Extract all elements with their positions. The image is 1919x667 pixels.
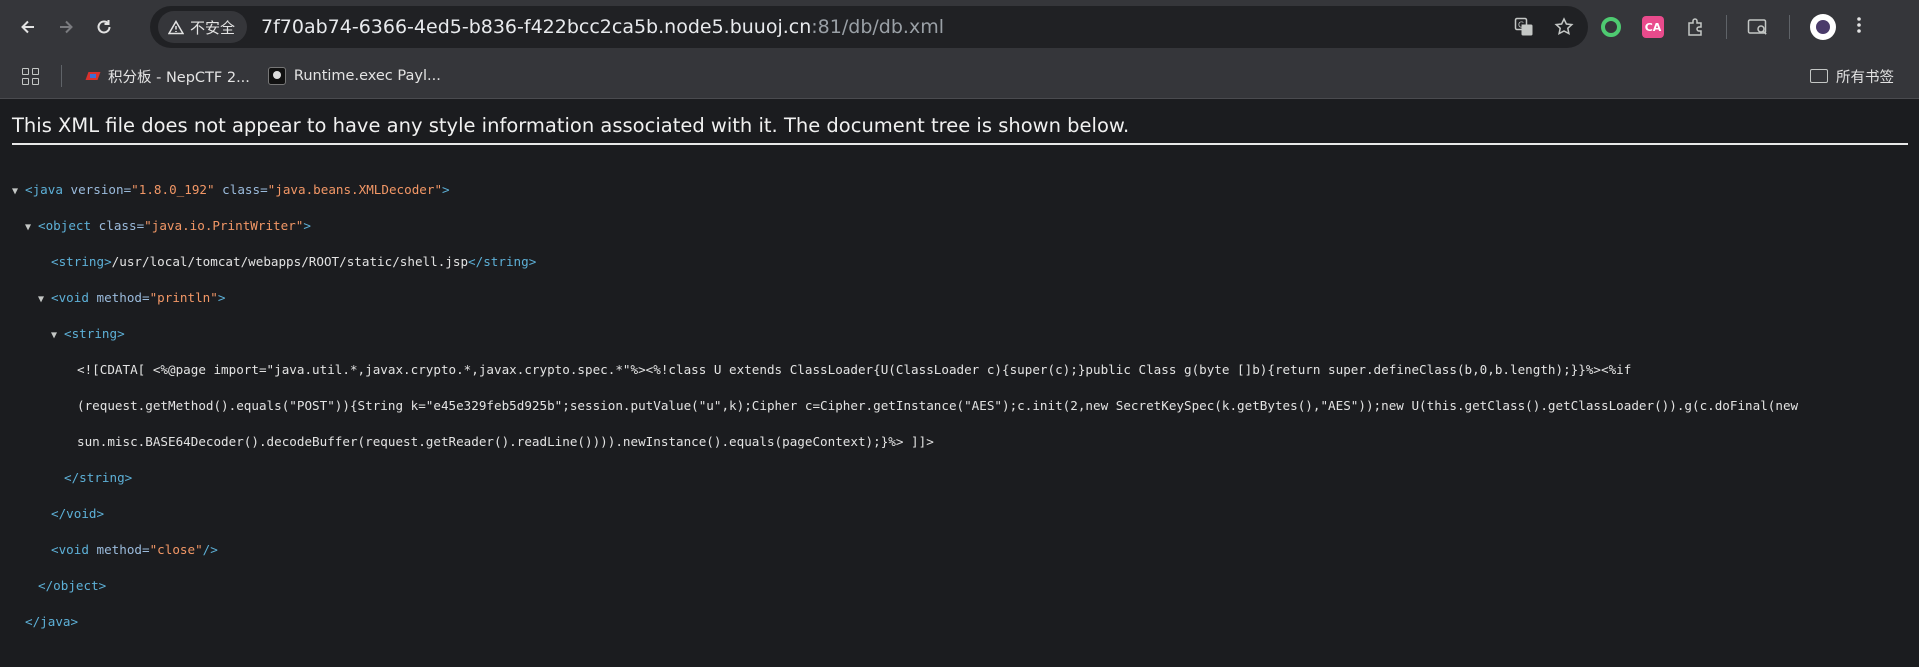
toolbar-separator — [1789, 15, 1790, 39]
forward-button[interactable] — [48, 9, 84, 45]
back-arrow-icon — [21, 20, 34, 34]
xml-line-java: ▼ <java version="1.8.0_192" class="java.b… — [12, 181, 1909, 199]
folder-icon — [1810, 69, 1828, 83]
xml-line-void-close: </void> — [51, 506, 105, 521]
page-content: This XML file does not appear to have an… — [0, 99, 1919, 629]
runtime-favicon-icon — [267, 67, 286, 85]
xml-line-string-close: </string> — [64, 470, 133, 485]
bookmark-star-icon[interactable] — [1554, 17, 1574, 37]
xml-line-void-println: ▼ <void method="println"> — [12, 289, 1909, 307]
reload-button[interactable] — [86, 9, 122, 45]
xml-cdata-line: <![CDATA[ <%@page import="java.util.*,ja… — [77, 362, 1632, 377]
bookmarks-bar: 积分板 - NepCTF 2... Runtime.exec Payl... 所… — [0, 54, 1919, 99]
extensions-puzzle-icon[interactable] — [1684, 16, 1706, 38]
security-chip[interactable]: 不安全 — [158, 11, 248, 43]
bookmarks-separator — [61, 65, 62, 87]
security-label: 不安全 — [190, 18, 236, 37]
xml-line-object-close: </object> — [38, 578, 107, 593]
collapse-toggle-icon[interactable]: ▼ — [12, 183, 25, 201]
collapse-toggle-icon[interactable]: ▼ — [51, 327, 64, 345]
translate-icon[interactable]: G — [1514, 17, 1534, 37]
xml-cdata-line: sun.misc.BASE64Decoder().decodeBuffer(re… — [77, 434, 934, 449]
collapse-toggle-icon[interactable]: ▼ — [25, 219, 38, 237]
tab-search-icon[interactable] — [1747, 16, 1769, 38]
xml-line-java-close: </java> — [25, 614, 79, 629]
svg-text:G: G — [1518, 21, 1524, 30]
xml-document-tree: ▼ <java version="1.8.0_192" class="java.b… — [12, 163, 1909, 667]
reload-icon — [97, 20, 111, 34]
profile-avatar[interactable] — [1810, 14, 1836, 40]
back-button[interactable] — [10, 9, 46, 45]
url-text[interactable]: 7f70ab74-6366-4ed5-b836-f422bcc2ca5b.nod… — [261, 16, 944, 38]
bookmark-label: Runtime.exec Payl... — [293, 68, 441, 84]
all-bookmarks-button[interactable]: 所有书签 — [1810, 54, 1894, 98]
address-bar[interactable]: 不安全 7f70ab74-6366-4ed5-b836-f422bcc2ca5b… — [150, 6, 1588, 48]
nepctf-favicon-icon — [86, 69, 100, 83]
url-host: 7f70ab74-6366-4ed5-b836-f422bcc2ca5b.nod… — [261, 16, 812, 38]
xml-style-notice: This XML file does not appear to have an… — [12, 114, 1908, 145]
toolbar-separator — [1726, 15, 1727, 39]
extension-translate-icon[interactable]: CA — [1642, 16, 1664, 38]
bookmark-label: 积分板 - NepCTF 2... — [108, 69, 250, 86]
xml-line-void-close-method: <void method="close"/> — [51, 542, 218, 557]
forward-arrow-icon — [60, 20, 73, 34]
extension-green-icon[interactable] — [1600, 16, 1622, 38]
collapse-toggle-icon[interactable]: ▼ — [38, 291, 51, 309]
browser-toolbar: 不安全 7f70ab74-6366-4ed5-b836-f422bcc2ca5b… — [0, 0, 1919, 54]
menu-icon[interactable] — [1856, 15, 1862, 40]
warning-icon — [168, 19, 184, 34]
url-path: :81/db/db.xml — [811, 16, 944, 38]
xml-line-string-path: <string>/usr/local/tomcat/webapps/ROOT/s… — [51, 254, 537, 269]
bookmark-runtime-exec[interactable]: Runtime.exec Payl... — [264, 61, 445, 91]
apps-grid-icon[interactable] — [22, 67, 39, 85]
xml-cdata-line: (request.getMethod().equals("POST")){Str… — [77, 398, 1799, 413]
bookmark-nepctf[interactable]: 积分板 - NepCTF 2... — [82, 61, 254, 91]
xml-line-object: ▼ <object class="java.io.PrintWriter"> — [12, 217, 1909, 235]
all-bookmarks-label: 所有书签 — [1836, 69, 1894, 86]
xml-line-string-open: ▼ <string> — [12, 325, 1909, 343]
